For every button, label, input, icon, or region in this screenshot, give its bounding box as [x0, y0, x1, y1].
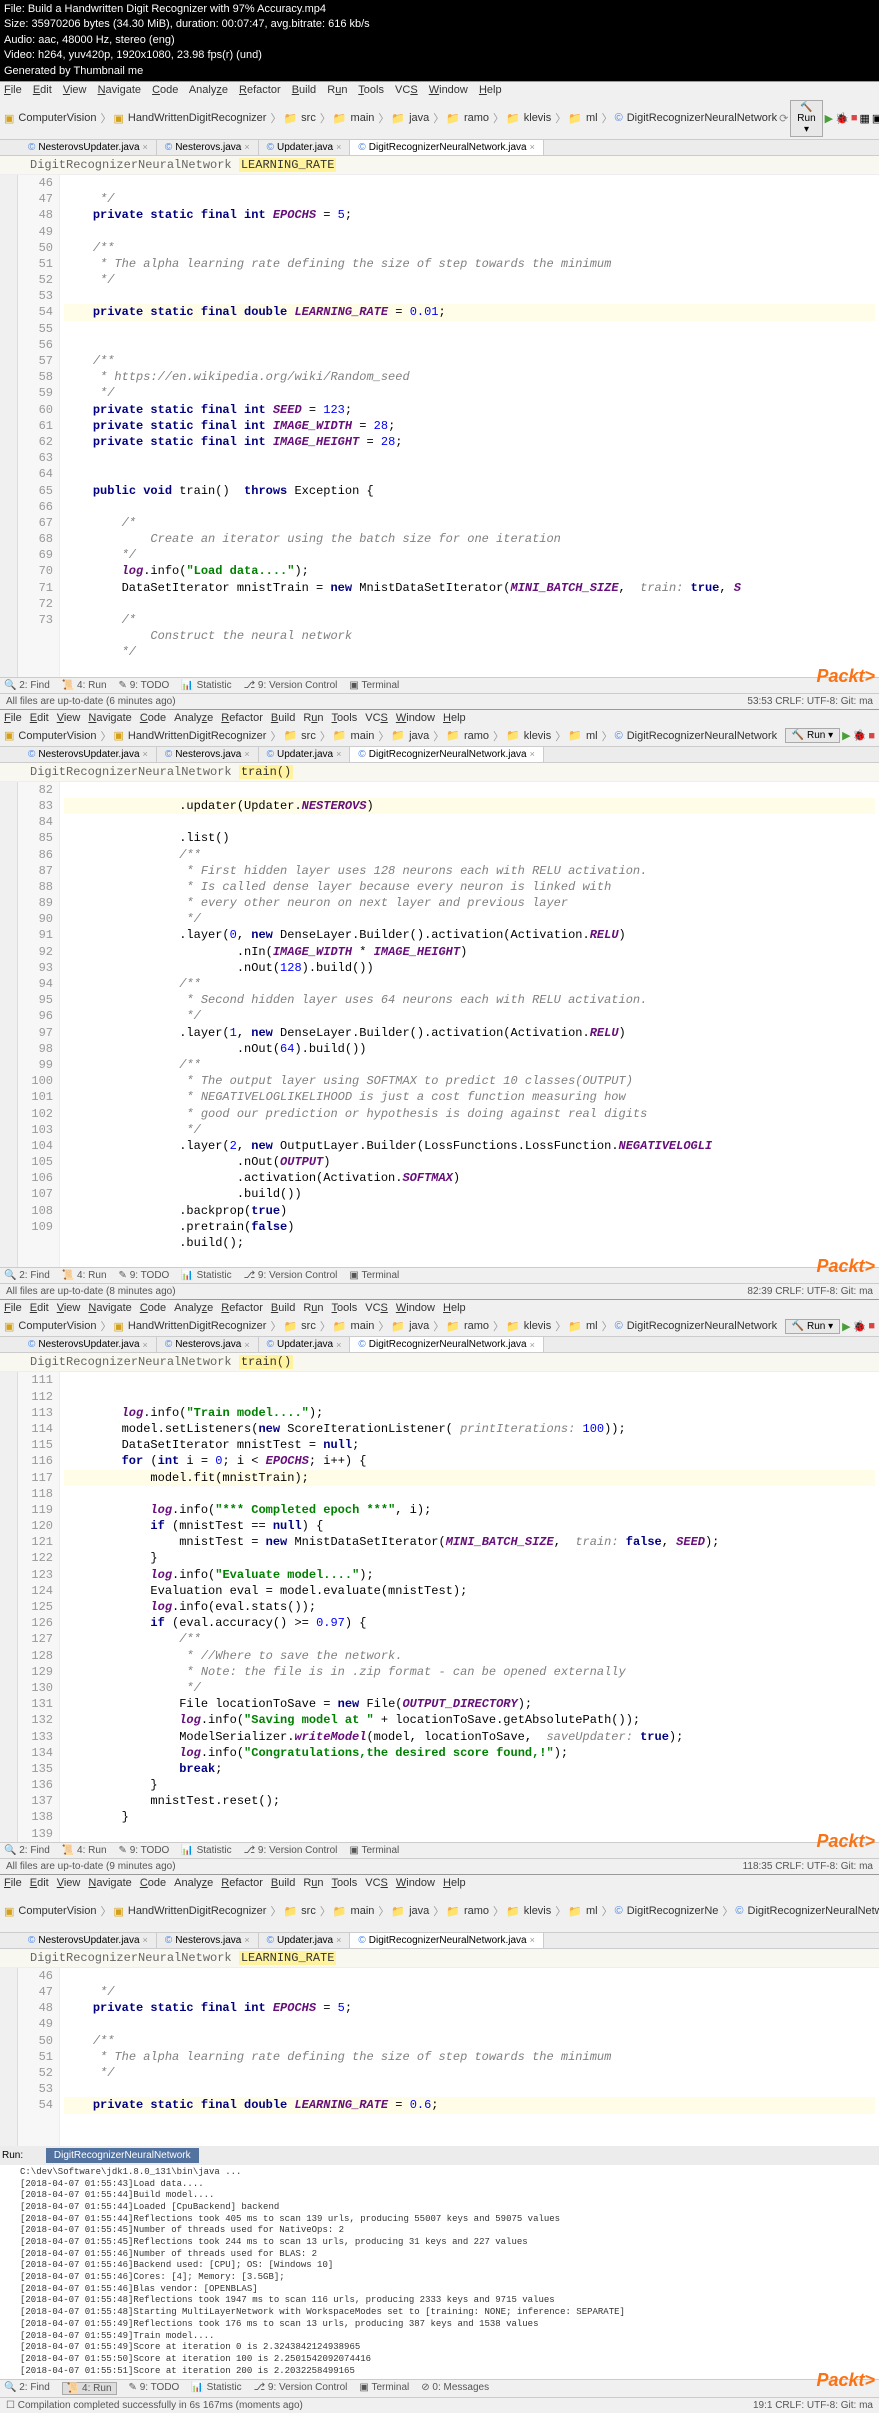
tool-todo[interactable]: ✎ 9: TODO — [119, 680, 170, 691]
bc-class[interactable]: DigitRecognizerNeuralNetwork — [625, 112, 779, 124]
menu-file[interactable]: File — [4, 84, 22, 96]
tool-icon[interactable]: ▦ — [859, 112, 869, 125]
menu-refactor[interactable]: Refactor — [239, 84, 281, 96]
console-output[interactable]: C:\dev\Software\jdk1.8.0_131\bin\java ..… — [0, 2165, 879, 2379]
menu-tools[interactable]: Tools — [358, 84, 384, 96]
ide-pane-3: FileEditViewNavigateCodeAnalyzeRefactorB… — [0, 1299, 879, 1873]
code-content[interactable]: */ private static final int EPOCHS = 5; … — [60, 175, 879, 677]
code-editor[interactable]: 4647484950515253545556575859606162636465… — [0, 175, 879, 677]
toolbar-right: ⟳ 🔨 Run ▾ ▶ 🐞 ■ ▦ ▣ 🔍 — [779, 100, 879, 137]
menu-help[interactable]: Help — [479, 84, 502, 96]
close-icon[interactable]: × — [143, 142, 148, 152]
ide-pane-2: FileEditViewNavigateCodeAnalyzeRefactorB… — [0, 709, 879, 1300]
tool-statistic[interactable]: 📊 Statistic — [181, 680, 231, 691]
status-bar: All files are up-to-date (6 minutes ago)… — [0, 693, 879, 709]
tool-run[interactable]: 📜 4: Run — [62, 680, 107, 691]
run-icon[interactable]: ▶ — [825, 112, 833, 125]
bc-pkg3[interactable]: ml — [584, 112, 600, 124]
tab-digit-recognizer[interactable]: ©DigitRecognizerNeuralNetwork.java × — [350, 140, 543, 155]
debug-icon[interactable]: 🐞 — [835, 112, 849, 125]
breadcrumb[interactable]: ▣ ComputerVision 〉 ▣ HandWrittenDigitRec… — [4, 110, 779, 126]
video-metadata: File: Build a Handwritten Digit Recogniz… — [0, 0, 879, 81]
menu-bar[interactable]: File Edit View Navigate Code Analyze Ref… — [0, 82, 879, 98]
menu-navigate[interactable]: Navigate — [98, 84, 141, 96]
ide-pane-4: FileEditViewNavigateCodeAnalyzeRefactorB… — [0, 1874, 879, 2413]
bc-pkg2[interactable]: klevis — [522, 112, 554, 124]
packt-logo: Packt> — [816, 666, 875, 687]
code-breadcrumb: DigitRecognizerNeuralNetwork LEARNING_RA… — [0, 156, 879, 175]
menu-build[interactable]: Build — [292, 84, 316, 96]
project-icon: ▣ — [4, 112, 14, 125]
class-icon: © — [615, 112, 623, 124]
bc-project[interactable]: ComputerVision — [16, 112, 98, 124]
line-gutter: 4647484950515253545556575859606162636465… — [18, 175, 60, 677]
bc-module[interactable]: HandWrittenDigitRecognizer — [126, 112, 269, 124]
tool-icon[interactable]: ▣ — [872, 112, 879, 125]
tab-nesterovs-updater[interactable]: ©NesterovsUpdater.java × — [20, 140, 157, 155]
tool-find[interactable]: 🔍 2: Find — [4, 680, 50, 691]
tab-nesterovs[interactable]: ©Nesterovs.java × — [157, 140, 259, 155]
bc-src[interactable]: src — [299, 112, 318, 124]
tool-vcs[interactable]: ⎇ 9: Version Control — [244, 680, 338, 691]
tab-updater[interactable]: ©Updater.java × — [259, 140, 351, 155]
menu-vcs[interactable]: VCS — [395, 84, 418, 96]
bottom-toolbar: 🔍 2: Find 📜 4: Run ✎ 9: TODO 📊 Statistic… — [0, 677, 879, 693]
tool-terminal[interactable]: ▣ Terminal — [349, 680, 399, 691]
menu-window[interactable]: Window — [429, 84, 468, 96]
editor-tabs: ©NesterovsUpdater.java × ©Nesterovs.java… — [0, 140, 879, 156]
module-icon: ▣ — [113, 112, 123, 125]
menu-analyze[interactable]: Analyze — [189, 84, 228, 96]
run-tab[interactable]: DigitRecognizerNeuralNetwork — [46, 2148, 199, 2163]
menu-edit[interactable]: Edit — [33, 84, 52, 96]
menu-view[interactable]: View — [63, 84, 87, 96]
menu-run[interactable]: Run — [327, 84, 347, 96]
breadcrumb-row: ▣ ComputerVision 〉 ▣ HandWrittenDigitRec… — [0, 98, 879, 140]
run-config-button[interactable]: 🔨 Run ▾ — [790, 100, 822, 137]
bc-pkg1[interactable]: ramo — [462, 112, 491, 124]
bc-java[interactable]: java — [407, 112, 431, 124]
run-tool-header: Run: DigitRecognizerNeuralNetwork — [0, 2146, 879, 2165]
menu-bar[interactable]: FileEditViewNavigateCodeAnalyzeRefactorB… — [0, 710, 879, 726]
bc-main[interactable]: main — [349, 112, 377, 124]
ide-pane-1: File Edit View Navigate Code Analyze Ref… — [0, 81, 879, 709]
menu-code[interactable]: Code — [152, 84, 178, 96]
stop-icon[interactable]: ■ — [851, 112, 858, 124]
